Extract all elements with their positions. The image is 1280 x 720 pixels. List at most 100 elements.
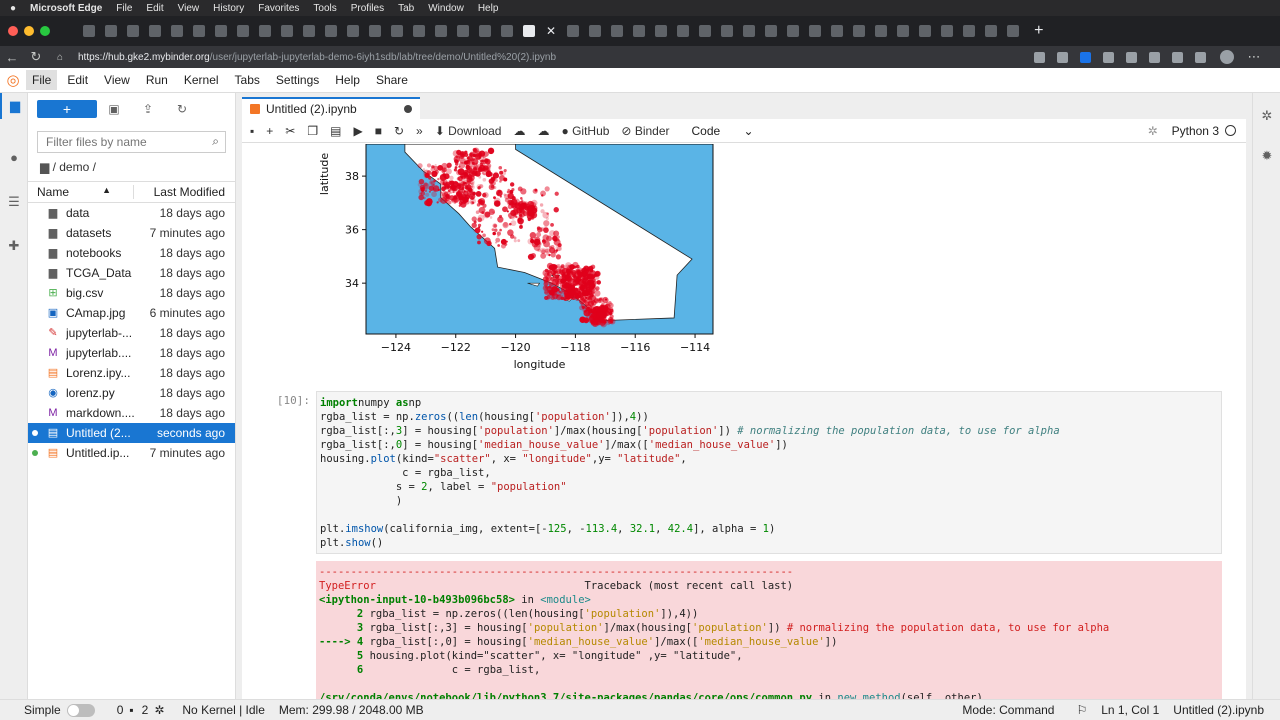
browser-tab-favicon[interactable]	[875, 25, 888, 37]
mac-menu-item[interactable]: Window	[428, 3, 464, 14]
cloud-upload-icon[interactable]: ☁	[537, 124, 549, 138]
file-row[interactable]: Mmarkdown.... 18 days ago	[28, 403, 235, 423]
browser-tab-favicon[interactable]	[1007, 25, 1020, 37]
file-row[interactable]: ▆ data 18 days ago	[28, 203, 235, 223]
mac-menu-item[interactable]: Edit	[146, 3, 163, 14]
refresh-icon[interactable]: ↻	[165, 102, 199, 116]
refresh-icon[interactable]: ↻	[24, 49, 48, 65]
run-icon[interactable]: ▶	[353, 124, 362, 138]
file-row[interactable]: ◉ lorenz.py 18 days ago	[28, 383, 235, 403]
toggle-switch[interactable]	[66, 704, 95, 718]
zoom-icon[interactable]	[1034, 51, 1045, 63]
kernel-status[interactable]: No Kernel | Idle	[182, 703, 265, 717]
browser-tab-favicon[interactable]	[941, 25, 954, 37]
back-arrow-icon[interactable]: ←	[0, 50, 24, 65]
browser-tab-favicon[interactable]	[831, 25, 844, 37]
browser-tab-favicon[interactable]	[985, 25, 998, 37]
browser-tab-favicon[interactable]	[589, 25, 602, 37]
browser-tab-favicon[interactable]	[897, 25, 910, 37]
menu-share[interactable]: Share	[370, 70, 414, 90]
kernel-indicator[interactable]: ✲ Python 3	[1148, 124, 1236, 138]
terminal-count[interactable]: 0	[117, 703, 124, 717]
browser-tab-favicon[interactable]	[721, 25, 734, 37]
browser-tab-favicon[interactable]	[699, 25, 712, 37]
browser-tab-favicon[interactable]	[347, 25, 359, 37]
browser-tab-favicon[interactable]	[963, 25, 976, 37]
browser-tab-favicon[interactable]	[919, 25, 932, 37]
menu-kernel[interactable]: Kernel	[178, 70, 225, 90]
mac-menu-item[interactable]: Tab	[398, 3, 414, 14]
browser-tab-favicon[interactable]	[391, 25, 403, 37]
insert-cell-icon[interactable]: +	[266, 124, 273, 138]
last-modified-column-header[interactable]: Last Modified	[134, 185, 235, 199]
mac-menu-item[interactable]: Microsoft Edge	[30, 3, 102, 14]
extensions-puzzle-icon[interactable]: ✚	[0, 233, 28, 259]
browser-tab-favicon[interactable]	[259, 25, 271, 37]
unsaved-dot-icon[interactable]	[404, 105, 412, 113]
browser-tab-favicon[interactable]	[809, 25, 822, 37]
browser-tab-favicon[interactable]	[853, 25, 866, 37]
menu-help[interactable]: Help	[329, 70, 366, 90]
refresh-extension-icon[interactable]	[1126, 51, 1137, 63]
menu-run[interactable]: Run	[140, 70, 174, 90]
close-window-button[interactable]	[8, 26, 18, 36]
cell-type-dropdown[interactable]: Code ⌄	[692, 124, 754, 138]
url-field[interactable]: https://hub.gke2.mybinder.org/user/jupyt…	[78, 52, 1028, 63]
menu-view[interactable]: View	[98, 70, 136, 90]
new-launcher-button[interactable]: +	[37, 100, 97, 118]
browser-tab-favicon[interactable]	[655, 25, 668, 37]
fast-forward-icon[interactable]: »	[416, 124, 423, 138]
browser-tab-favicon[interactable]	[677, 25, 690, 37]
browser-tab-favicon[interactable]	[215, 25, 227, 37]
stop-icon[interactable]: ■	[375, 124, 382, 138]
menu-settings[interactable]: Settings	[270, 70, 325, 90]
file-row[interactable]: ✎ jupyterlab-... 18 days ago	[28, 323, 235, 343]
browser-tab-favicon[interactable]	[611, 25, 624, 37]
browser-tab-favicon[interactable]	[765, 25, 778, 37]
browser-tab-favicon[interactable]	[127, 25, 139, 37]
upload-icon[interactable]: ⇪	[131, 102, 165, 116]
shield-extension-icon[interactable]	[1080, 51, 1091, 63]
menu-file[interactable]: File	[26, 70, 58, 90]
file-row[interactable]: ▆ notebooks 18 days ago	[28, 243, 235, 263]
minimize-window-button[interactable]	[24, 26, 34, 36]
profile-avatar[interactable]	[1220, 50, 1234, 64]
folder-icon[interactable]: ▆	[0, 93, 28, 119]
extension-icon[interactable]	[1103, 51, 1114, 63]
running-sessions-icon[interactable]: ●	[0, 145, 28, 171]
browser-tab-favicon[interactable]	[83, 25, 95, 37]
name-column-header[interactable]: Name ▲	[28, 185, 134, 199]
download-button[interactable]: ⬇ Download	[435, 124, 502, 138]
file-row[interactable]: ▤ Untitled (2... seconds ago	[28, 423, 235, 443]
restart-icon[interactable]: ↻	[394, 124, 404, 138]
browser-tab-favicon[interactable]	[479, 25, 491, 37]
menu-tabs[interactable]: Tabs	[229, 70, 266, 90]
breadcrumb-path[interactable]: / demo /	[53, 160, 96, 174]
cloud-download-icon[interactable]: ☁	[513, 124, 525, 138]
cut-icon[interactable]: ✂	[285, 124, 295, 138]
kernel-count[interactable]: 2	[142, 703, 149, 717]
simple-mode-toggle[interactable]: Simple	[24, 703, 95, 718]
browser-tab-favicon[interactable]	[633, 25, 646, 37]
browser-tab-favicon[interactable]	[435, 25, 447, 37]
file-row[interactable]: ▤ Lorenz.ipy... 18 days ago	[28, 363, 235, 383]
file-row[interactable]: ▣ CAmap.jpg 6 minutes ago	[28, 303, 235, 323]
browser-tab-favicon[interactable]	[369, 25, 381, 37]
browser-tab-favicon[interactable]	[303, 25, 315, 37]
table-of-contents-icon[interactable]: ☰	[0, 189, 28, 215]
more-icon[interactable]: ⋯	[1242, 49, 1266, 65]
filter-files-field[interactable]: ⌕	[37, 131, 226, 153]
browser-tab-favicon[interactable]	[787, 25, 800, 37]
browser-tab-favicon[interactable]	[523, 25, 535, 37]
mac-menu-item[interactable]: Profiles	[351, 3, 384, 14]
paste-icon[interactable]: ▤	[330, 124, 341, 138]
browser-tab-favicon[interactable]	[567, 25, 580, 37]
notebook-tab[interactable]: Untitled (2).ipynb	[242, 97, 420, 119]
browser-tab-favicon[interactable]	[457, 25, 469, 37]
debugger-bug-icon[interactable]: ✹	[1253, 143, 1280, 169]
breadcrumb[interactable]: ▆ / demo /	[28, 153, 235, 181]
browser-tab-favicon[interactable]	[413, 25, 425, 37]
new-folder-icon[interactable]: ▣	[97, 102, 131, 116]
binder-button[interactable]: ⊘ Binder	[621, 124, 669, 138]
save-icon[interactable]: ▪	[250, 124, 254, 138]
